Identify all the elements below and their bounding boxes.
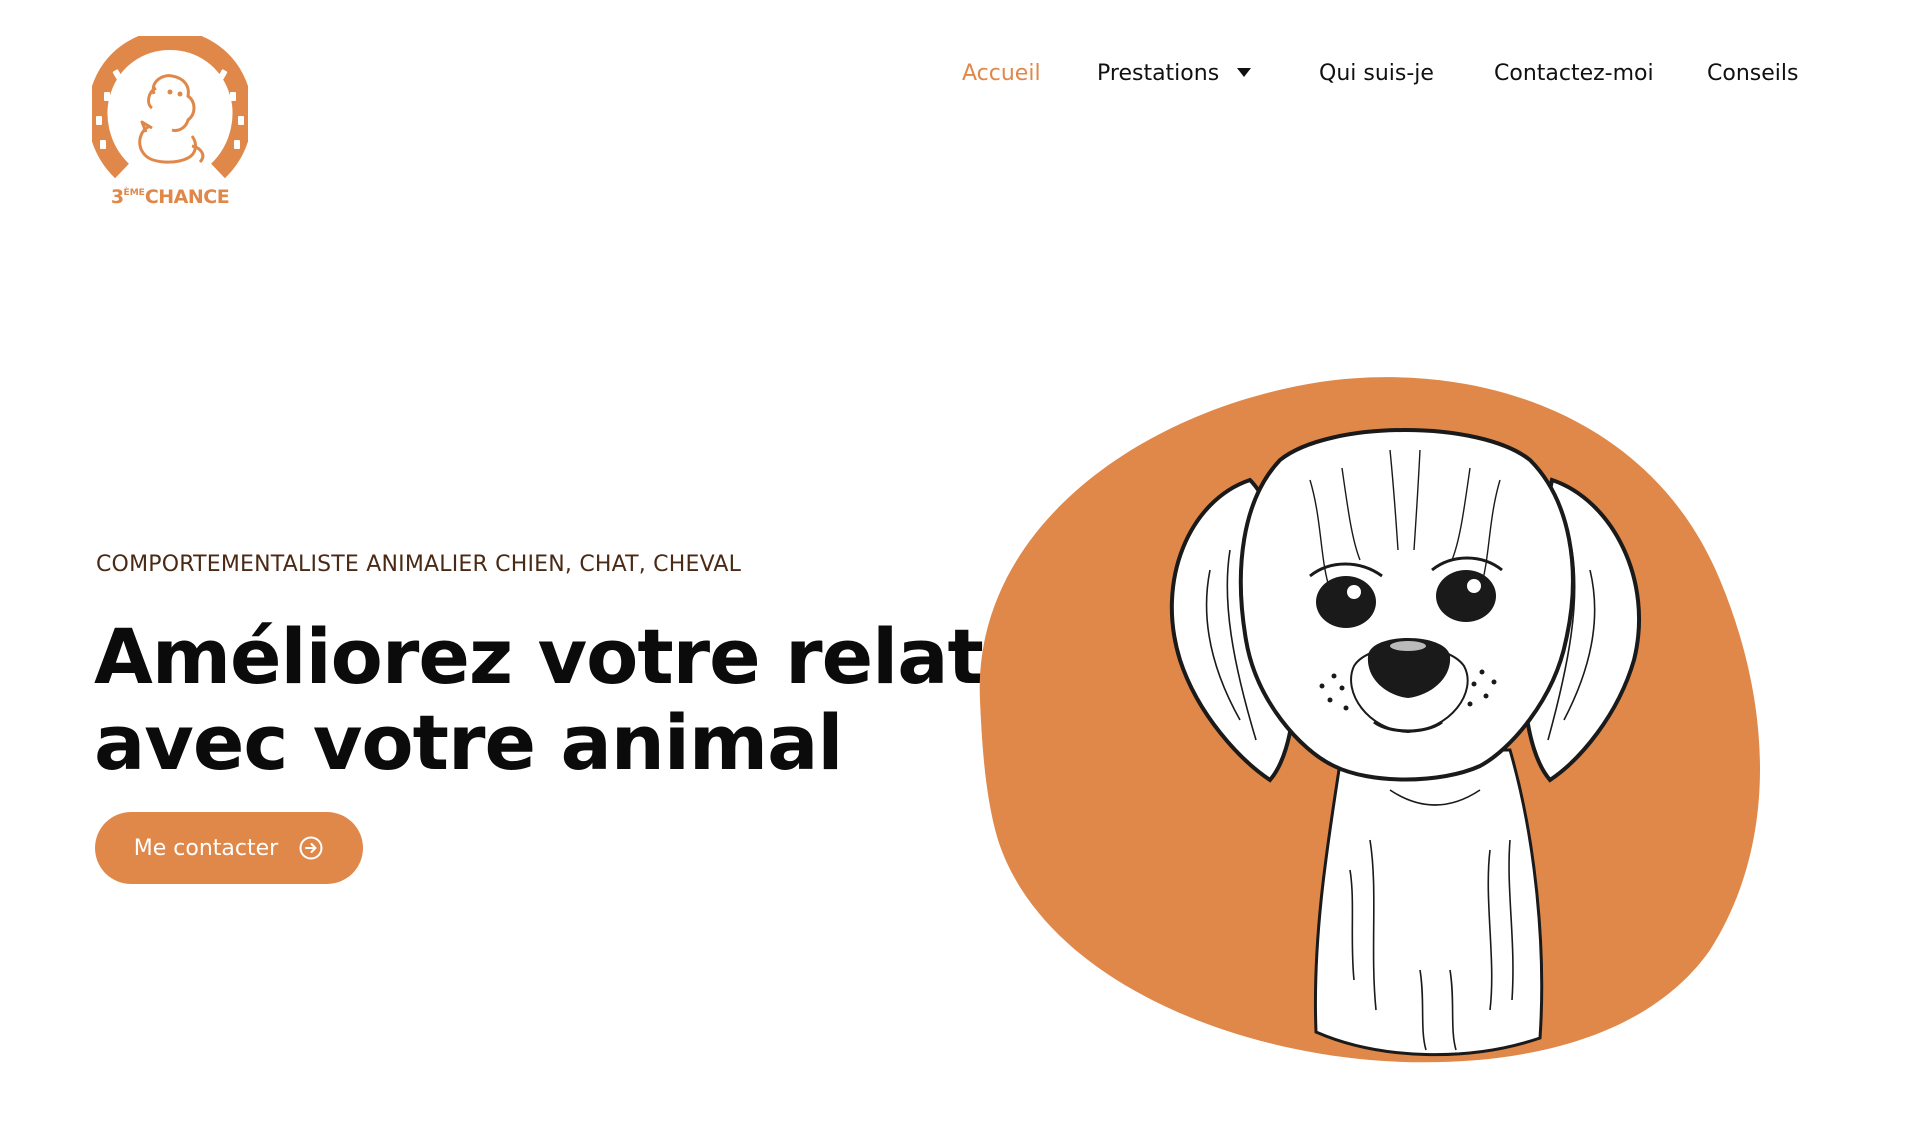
nav-item-qui-suis-je[interactable]: Qui suis-je xyxy=(1319,56,1434,92)
nav-item-prestations[interactable]: Prestations xyxy=(1097,56,1252,92)
hero-eyebrow: COMPORTEMENTALISTE ANIMALIER CHIEN, CHAT… xyxy=(96,552,742,577)
caret-down-icon xyxy=(1237,68,1252,77)
puppy-illustration xyxy=(979,377,1760,1063)
contact-button-label: Me contacter xyxy=(133,835,279,861)
arrow-circle-right-icon xyxy=(299,836,323,860)
nav-item-accueil[interactable]: Accueil xyxy=(962,56,1041,92)
nav-item-contactez-moi[interactable]: Contactez-moi xyxy=(1494,56,1654,92)
nav-item-prestations-label: Prestations xyxy=(1097,61,1220,86)
main-nav: Accueil Prestations Qui suis-je Contacte… xyxy=(0,56,1920,92)
nav-item-conseils[interactable]: Conseils xyxy=(1707,56,1798,92)
logo-wordmark: 3ÈMECHANCE xyxy=(110,186,230,208)
contact-button[interactable]: Me contacter xyxy=(95,812,363,884)
